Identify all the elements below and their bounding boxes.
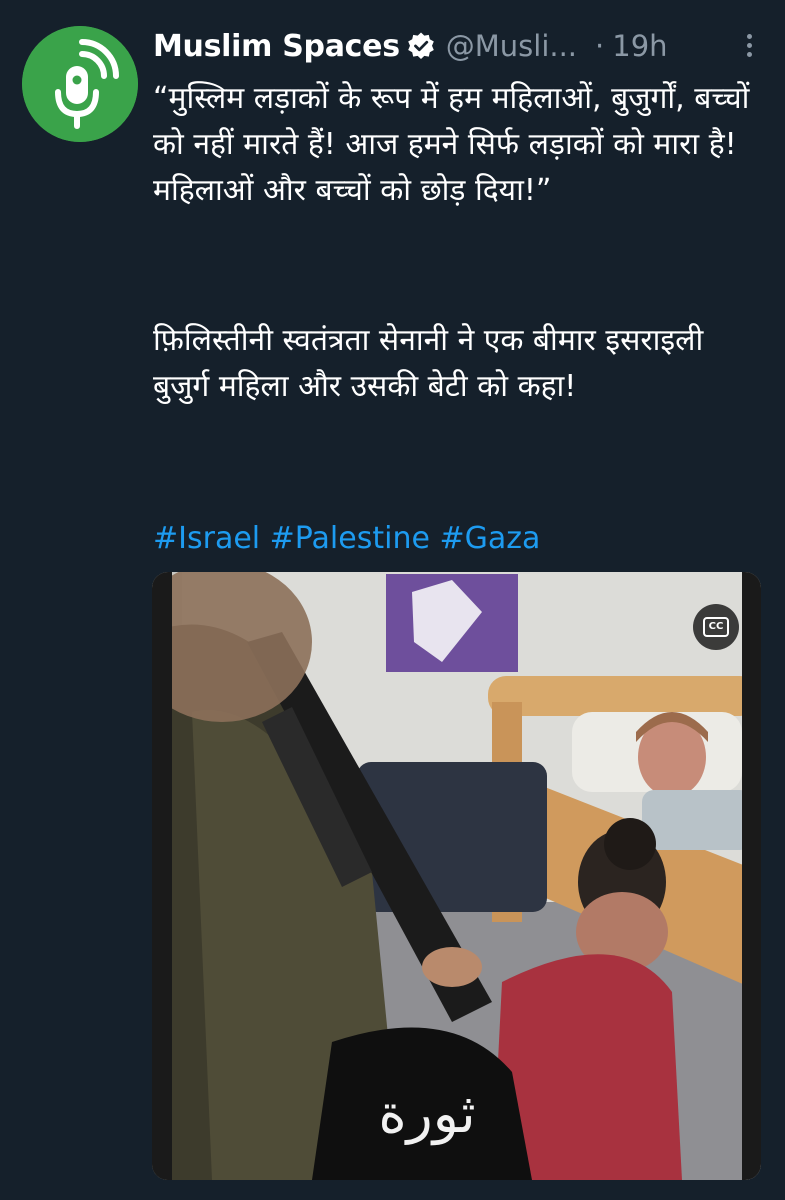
verified-badge-icon [407, 32, 434, 59]
hashtag-list: #Israel #Palestine #Gaza [153, 516, 768, 562]
account-handle[interactable]: @Musli... [446, 29, 577, 63]
tweet[interactable]: Muslim Spaces @Musli... · 19h “मुस्लिम ल… [0, 0, 785, 1200]
podcast-mic-icon [22, 26, 138, 142]
timestamp[interactable]: 19h [612, 29, 667, 63]
tweet-quote: “मुस्लिम लड़ाकों के रूप में हम महिलाओं, … [153, 76, 768, 214]
hashtag-palestine[interactable]: #Palestine [270, 521, 430, 556]
hashtag-israel[interactable]: #Israel [153, 521, 260, 556]
video-frame: ثورة [152, 572, 761, 1180]
flag-text: ثورة [378, 1082, 475, 1145]
quote-text: “मुस्लिम लड़ाकों के रूप में हम महिलाओं, … [153, 81, 750, 208]
closed-captions-icon[interactable]: CC [693, 604, 739, 650]
avatar[interactable] [22, 26, 138, 142]
paragraph-text: फ़िलिस्तीनी स्वतंत्रता सेनानी ने एक बीमा… [153, 323, 704, 404]
tweet-header: Muslim Spaces @Musli... · 19h [153, 24, 765, 68]
account-name[interactable]: Muslim Spaces [153, 29, 400, 64]
hashtag-gaza[interactable]: #Gaza [439, 521, 540, 556]
video-player[interactable]: ثورة CC [152, 572, 761, 1180]
cc-label: CC [703, 617, 729, 637]
tweet-paragraph: फ़िलिस्तीनी स्वतंत्रता सेनानी ने एक बीमा… [153, 318, 768, 410]
more-options-icon[interactable] [743, 30, 755, 62]
separator: · [595, 29, 605, 63]
